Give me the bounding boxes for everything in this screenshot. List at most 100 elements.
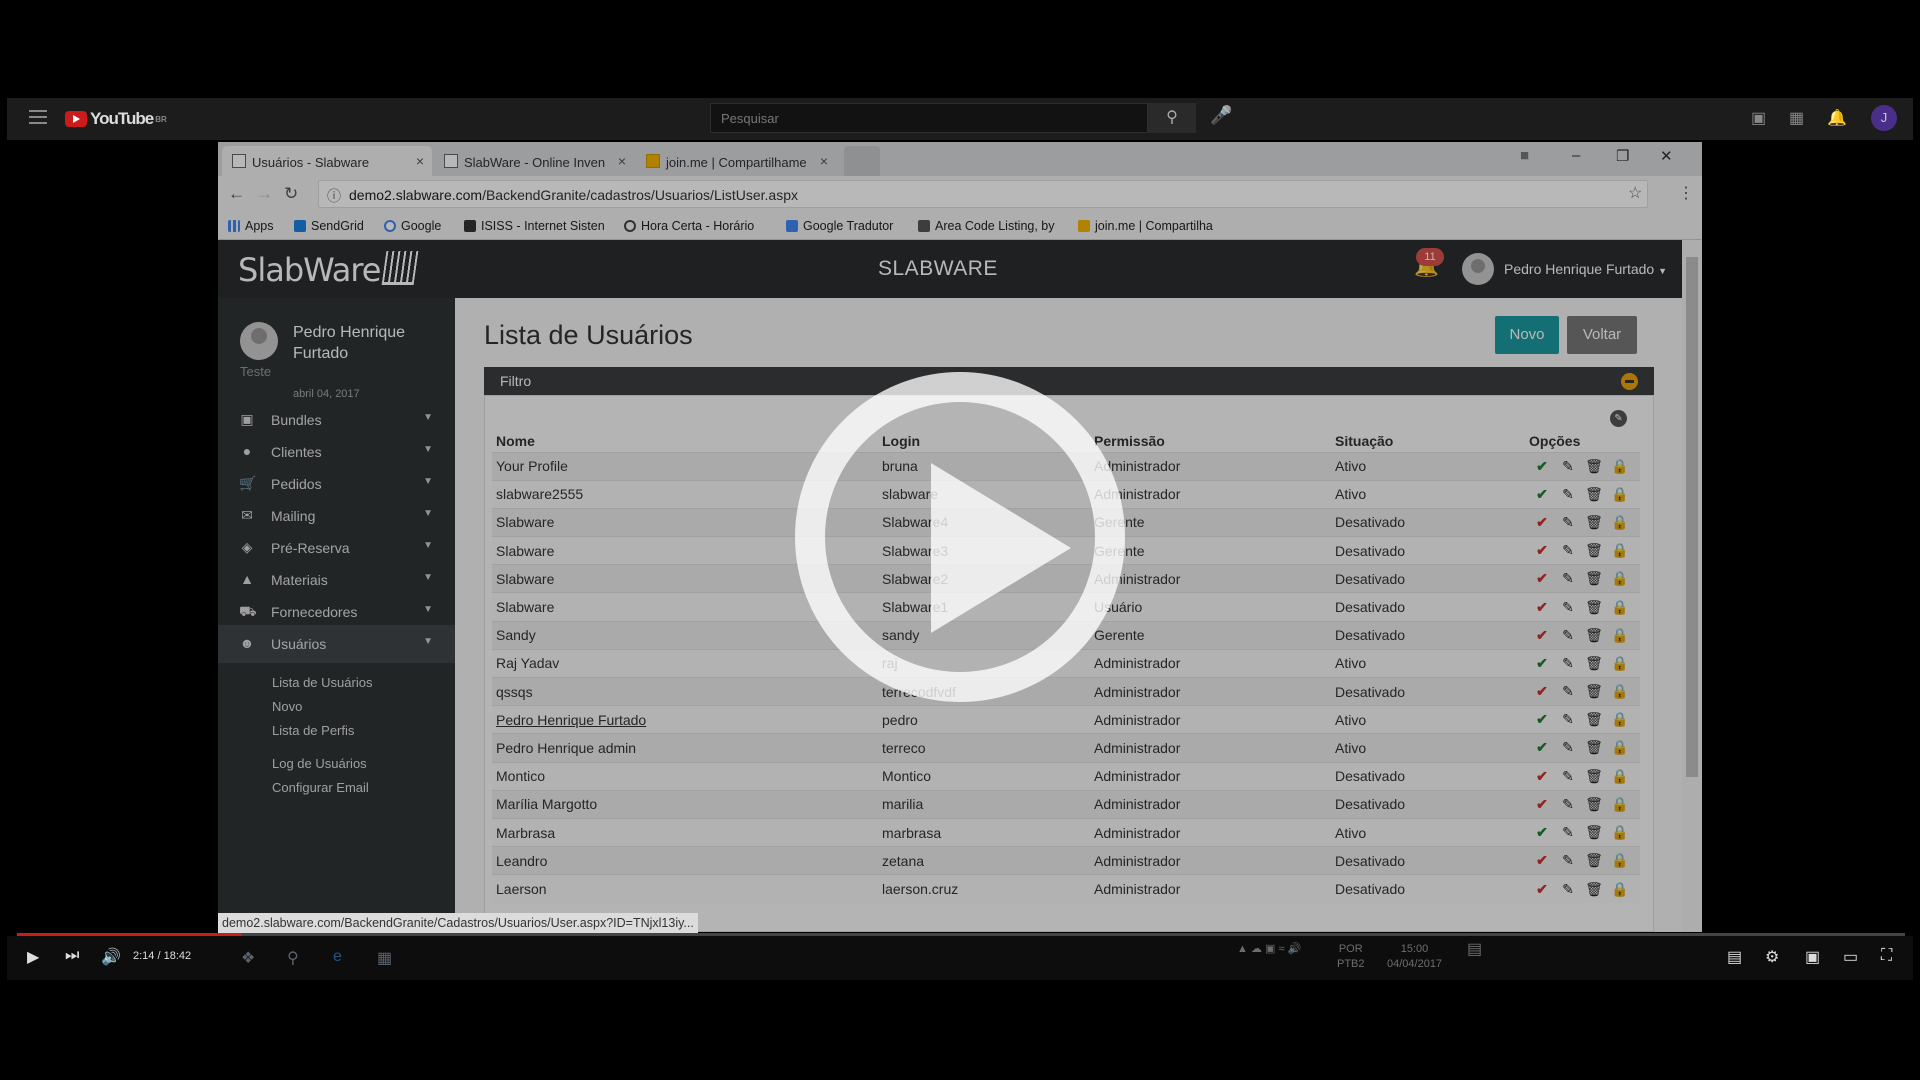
lock-icon[interactable]: 🔒: [1607, 599, 1633, 616]
back-button[interactable]: Voltar: [1567, 316, 1637, 354]
cell-nome[interactable]: Laerson: [492, 874, 878, 903]
volume-icon[interactable]: 🔊: [101, 947, 121, 967]
toggle-status-check-icon[interactable]: ✔: [1529, 570, 1555, 587]
cell-nome[interactable]: Raj Yadav: [492, 648, 878, 678]
theater-mode-icon[interactable]: ▭: [1843, 947, 1858, 967]
toggle-status-check-icon[interactable]: ✔: [1529, 711, 1555, 728]
browser-tab-slabware-online[interactable]: SlabWare - Online Inven ×: [434, 146, 634, 176]
bookmark-google[interactable]: Google: [384, 219, 441, 233]
bookmark-area-code[interactable]: Area Code Listing, by: [918, 219, 1055, 233]
delete-trash-icon[interactable]: 🗑: [1581, 824, 1607, 841]
close-tab-icon[interactable]: ×: [416, 153, 424, 169]
table-row[interactable]: Marília Margotto marilia Administrador Desa…: [492, 789, 1640, 819]
minimize-window-icon[interactable]: –: [1572, 147, 1580, 164]
url-field[interactable]: ⓘ demo2.slabware.com/BackendGranite/cada…: [318, 180, 1648, 208]
edit-pencil-icon[interactable]: ✎: [1555, 852, 1581, 869]
submenu-lista-perfis[interactable]: Lista de Perfis: [272, 723, 354, 738]
toggle-status-check-icon[interactable]: ✔: [1529, 542, 1555, 559]
delete-trash-icon[interactable]: 🗑: [1581, 514, 1607, 531]
toggle-status-check-icon[interactable]: ✔: [1529, 486, 1555, 503]
table-row[interactable]: qssqs terrecodfvdf Administrador Desativado…: [492, 676, 1640, 706]
notification-count-badge[interactable]: 11: [1416, 248, 1444, 266]
lock-icon[interactable]: 🔒: [1607, 739, 1633, 756]
edit-pencil-icon[interactable]: ✎: [1555, 711, 1581, 728]
toggle-status-check-icon[interactable]: ✔: [1529, 824, 1555, 841]
settings-gear-icon[interactable]: ⚙: [1765, 947, 1779, 967]
toggle-status-check-icon[interactable]: ✔: [1529, 458, 1555, 475]
delete-trash-icon[interactable]: 🗑: [1581, 570, 1607, 587]
edit-pencil-icon[interactable]: ✎: [1555, 796, 1581, 813]
delete-trash-icon[interactable]: 🗑: [1581, 542, 1607, 559]
bookmark-joinme[interactable]: join.me | Compartilha: [1078, 219, 1213, 233]
cell-nome[interactable]: Montico: [492, 761, 878, 791]
sidebar-item-usuarios[interactable]: ☻ Usuários ▼: [218, 625, 455, 663]
lock-icon[interactable]: 🔒: [1607, 824, 1633, 841]
account-avatar[interactable]: J: [1871, 105, 1897, 131]
edit-pencil-icon[interactable]: ✎: [1555, 542, 1581, 559]
lock-icon[interactable]: 🔒: [1607, 768, 1633, 785]
delete-trash-icon[interactable]: 🗑: [1581, 599, 1607, 616]
bookmark-star-icon[interactable]: ☆: [1628, 183, 1642, 203]
scrollbar-thumb[interactable]: [1686, 257, 1698, 777]
delete-trash-icon[interactable]: 🗑: [1581, 458, 1607, 475]
delete-trash-icon[interactable]: 🗑: [1581, 711, 1607, 728]
table-row[interactable]: Leandro zetana Administrador Desativado ✔ ✎ 🗑 🔒: [492, 846, 1640, 875]
column-header-permissao[interactable]: Permissão: [1090, 430, 1331, 452]
profile-window-icon[interactable]: ■: [1520, 147, 1529, 164]
miniplayer-icon[interactable]: ▣: [1805, 947, 1820, 967]
slabware-logo[interactable]: SlabWare: [238, 251, 419, 289]
cell-nome[interactable]: Pedro Henrique Furtado: [492, 705, 878, 734]
search-button[interactable]: ⚲: [1148, 103, 1196, 133]
browser-menu-icon[interactable]: ⋮: [1678, 183, 1694, 203]
delete-trash-icon[interactable]: 🗑: [1581, 486, 1607, 503]
cell-nome[interactable]: qssqs: [492, 676, 878, 706]
next-icon[interactable]: ⏭: [65, 947, 79, 965]
table-row[interactable]: Pedro Henrique Furtado pedro Administrador…: [492, 705, 1640, 734]
edit-pencil-icon[interactable]: ✎: [1555, 739, 1581, 756]
toggle-status-check-icon[interactable]: ✔: [1529, 881, 1555, 898]
delete-trash-icon[interactable]: 🗑: [1581, 739, 1607, 756]
user-avatar[interactable]: [1462, 253, 1494, 285]
fullscreen-icon[interactable]: ⛶: [1881, 947, 1892, 965]
edit-pencil-icon[interactable]: ✎: [1555, 881, 1581, 898]
toggle-status-check-icon[interactable]: ✔: [1529, 683, 1555, 700]
lock-icon[interactable]: 🔒: [1607, 881, 1633, 898]
cell-nome[interactable]: Leandro: [492, 846, 878, 875]
submenu-configurar-email[interactable]: Configurar Email: [272, 780, 369, 795]
delete-trash-icon[interactable]: 🗑: [1581, 655, 1607, 672]
edit-pencil-icon[interactable]: ✎: [1555, 570, 1581, 587]
subtitles-icon[interactable]: ▤: [1727, 947, 1742, 967]
edit-pencil-icon[interactable]: ✎: [1555, 768, 1581, 785]
lock-icon[interactable]: 🔒: [1607, 458, 1633, 475]
cell-nome[interactable]: Marbrasa: [492, 817, 878, 847]
submenu-log-usuarios[interactable]: Log de Usuários: [272, 756, 367, 771]
toggle-status-check-icon[interactable]: ✔: [1529, 852, 1555, 869]
column-header-situacao[interactable]: Situação: [1331, 430, 1525, 452]
delete-trash-icon[interactable]: 🗑: [1581, 768, 1607, 785]
reload-icon[interactable]: ↻: [284, 184, 298, 204]
submenu-novo[interactable]: Novo: [272, 699, 302, 714]
edit-columns-icon[interactable]: ✎: [1610, 410, 1627, 427]
toggle-status-check-icon[interactable]: ✔: [1529, 796, 1555, 813]
bookmark-google-tradutor[interactable]: Google Tradutor: [786, 219, 893, 233]
create-video-icon[interactable]: ▣: [1751, 108, 1766, 128]
lock-icon[interactable]: 🔒: [1607, 711, 1633, 728]
notifications-icon[interactable]: 🔔: [1827, 108, 1847, 128]
cell-nome[interactable]: Marília Margotto: [492, 789, 878, 819]
edit-pencil-icon[interactable]: ✎: [1555, 599, 1581, 616]
forward-icon[interactable]: →: [256, 184, 273, 204]
lock-icon[interactable]: 🔒: [1607, 627, 1633, 644]
hamburger-menu-icon[interactable]: [29, 110, 47, 124]
new-tab-button[interactable]: [844, 146, 880, 176]
delete-trash-icon[interactable]: 🗑: [1581, 796, 1607, 813]
user-menu[interactable]: Pedro Henrique Furtado ▼: [1504, 261, 1667, 277]
table-row[interactable]: Pedro Henrique admin terreco Administrador…: [492, 733, 1640, 763]
lock-icon[interactable]: 🔒: [1607, 852, 1633, 869]
table-row[interactable]: Montico Montico Administrador Desativado ✔ ✎ 🗑…: [492, 761, 1640, 791]
collapse-filter-icon[interactable]: [1621, 373, 1638, 390]
filter-panel-header[interactable]: Filtro: [484, 367, 1654, 395]
lock-icon[interactable]: 🔒: [1607, 570, 1633, 587]
apps-grid-icon[interactable]: ▦: [1789, 108, 1804, 128]
back-icon[interactable]: ←: [228, 184, 245, 204]
new-user-button[interactable]: Novo: [1495, 316, 1559, 354]
